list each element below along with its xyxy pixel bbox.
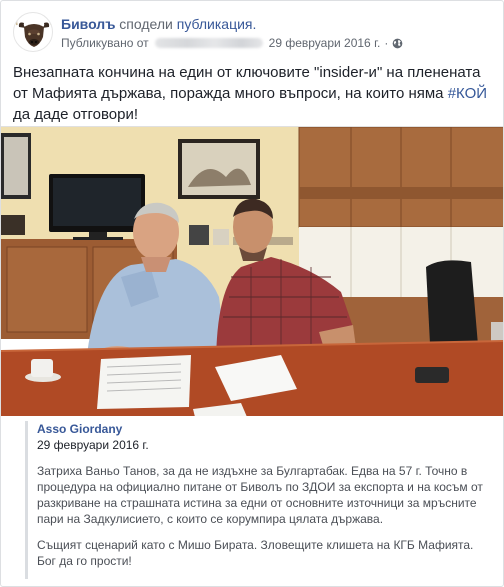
post-message-end: да даде отговори! xyxy=(13,106,139,123)
published-by-label: Публикувано от xyxy=(61,36,149,50)
quote-date[interactable]: 29 февруари 2016 г. xyxy=(37,437,495,453)
header-meta-line: Публикувано от 29 февруари 2016 г. · xyxy=(61,35,403,51)
redacted-author-name xyxy=(154,38,263,48)
page-name-link[interactable]: Биволъ xyxy=(61,16,115,32)
post-timestamp[interactable]: 29 февруари 2016 г. xyxy=(269,35,381,51)
post-message-text: Внезапната кончина на един от ключовите … xyxy=(13,64,481,102)
post-message: Внезапната кончина на един от ключовите … xyxy=(13,62,495,125)
header-title-line: Биволъ сподели публикация. xyxy=(61,15,403,33)
post-header: Биволъ сподели публикация. Публикувано о… xyxy=(13,12,403,54)
quote-body: Затриха Ваньо Танов, за да не издъхне за… xyxy=(37,463,495,569)
globe-icon[interactable] xyxy=(392,38,403,49)
quote-author-link[interactable]: Asso Giordany xyxy=(37,421,495,437)
header-text: Биволъ сподели публикация. Публикувано о… xyxy=(61,15,403,54)
shared-text: сподели xyxy=(119,16,173,32)
hashtag-link[interactable]: #КОЙ xyxy=(448,85,487,102)
post-card: Биволъ сподели публикация. Публикувано о… xyxy=(0,0,504,587)
office-photo-image xyxy=(1,127,503,416)
page-avatar[interactable] xyxy=(13,12,53,52)
meta-separator: · xyxy=(384,36,389,50)
quote-paragraph: Затриха Ваньо Танов, за да не издъхне за… xyxy=(37,464,483,526)
quote-paragraph: Същият сценарий като с Мишо Бирата. Злов… xyxy=(37,538,474,568)
shared-post-quote: Asso Giordany 29 февруари 2016 г. Затрих… xyxy=(25,421,495,579)
post-photo[interactable] xyxy=(1,126,503,416)
bull-logo-icon xyxy=(15,16,52,47)
publication-link[interactable]: публикация. xyxy=(177,16,257,32)
